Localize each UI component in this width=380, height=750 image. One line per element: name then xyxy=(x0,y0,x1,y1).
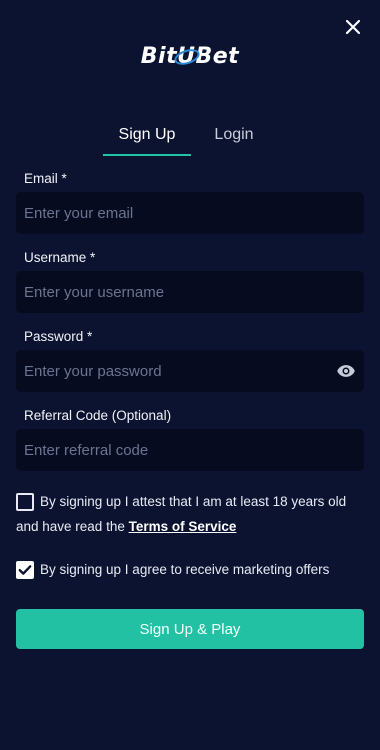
required-mark: * xyxy=(61,171,67,186)
referral-label: Referral Code (Optional) xyxy=(24,408,172,423)
tab-sign-up[interactable]: Sign Up xyxy=(103,124,191,156)
password-label: Password * xyxy=(24,329,93,344)
email-field-wrapper xyxy=(16,192,364,234)
signup-modal: BitUBet Sign Up Login Email * Username *… xyxy=(0,0,380,750)
auth-tabs: Sign Up Login xyxy=(0,124,380,156)
terms-of-service-link[interactable]: Terms of Service xyxy=(129,519,237,534)
logo-text-mid: U xyxy=(172,44,202,69)
marketing-checkbox[interactable] xyxy=(16,561,34,579)
email-field[interactable] xyxy=(16,192,324,234)
password-field[interactable] xyxy=(16,350,324,392)
sign-up-play-button[interactable]: Sign Up & Play xyxy=(16,609,364,649)
marketing-text: By signing up I agree to receive marketi… xyxy=(40,562,330,577)
required-mark: * xyxy=(90,250,96,265)
close-icon[interactable] xyxy=(340,14,366,40)
username-label: Username * xyxy=(24,250,96,265)
marketing-agreement: By signing up I agree to receive marketi… xyxy=(16,557,364,582)
brand-logo: Bit UBet xyxy=(0,44,380,69)
age-terms-agreement: By signing up I attest that I am at leas… xyxy=(16,489,364,539)
logo-text-left: Bit xyxy=(140,44,178,69)
referral-code-field[interactable] xyxy=(16,429,324,471)
tab-login[interactable]: Login xyxy=(206,124,262,154)
required-mark: * xyxy=(87,329,93,344)
eye-icon[interactable] xyxy=(336,361,356,381)
email-label: Email * xyxy=(24,171,67,186)
logo-text-right: Bet xyxy=(195,44,240,69)
age-terms-checkbox[interactable] xyxy=(16,493,34,511)
username-field-wrapper xyxy=(16,271,364,313)
referral-field-wrapper xyxy=(16,429,364,471)
username-field[interactable] xyxy=(16,271,324,313)
password-field-wrapper xyxy=(16,350,364,392)
checkmark-icon xyxy=(18,565,32,575)
